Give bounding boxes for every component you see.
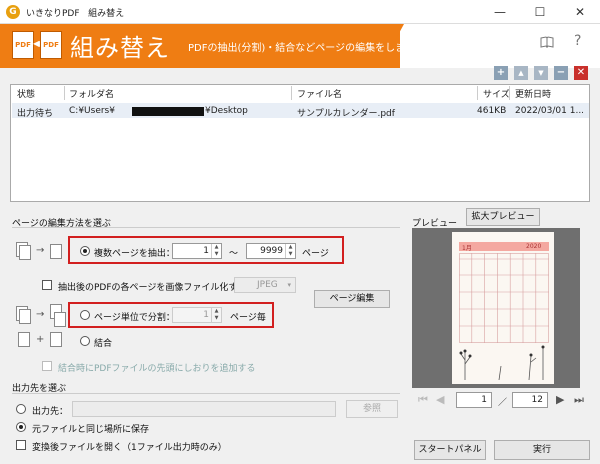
- window-title-text: 組み替え: [88, 9, 125, 19]
- reorder-logo-icon: PDF ◀▶ PDF: [12, 31, 62, 61]
- open-after-label: 変換後ファイルを開く（1ファイル出力時のみ）: [32, 443, 227, 453]
- calendar-grid: [459, 253, 549, 343]
- current-page-input[interactable]: 1: [456, 392, 492, 408]
- extract-to-input[interactable]: 9999 ▲ ▼: [246, 243, 296, 259]
- column-header-size[interactable]: サイズ: [483, 87, 510, 100]
- manual-book-icon[interactable]: [540, 36, 554, 48]
- move-up-icon[interactable]: ▲: [514, 66, 528, 80]
- edit-section-divider: [12, 227, 400, 228]
- dest-path-input[interactable]: [72, 401, 336, 417]
- merge-doc-icon-b: [50, 332, 62, 347]
- move-down-icon[interactable]: ▼: [534, 66, 548, 80]
- window-title: いきなりPDF 組み替え: [26, 6, 124, 19]
- extract-label: 複数ページを抽出：: [94, 249, 175, 259]
- image-format-select[interactable]: JPEG ▾: [234, 277, 296, 293]
- same-location-label: 元ファイルと同じ場所に保存: [32, 425, 150, 435]
- split-label: ページ単位で分割：: [94, 313, 175, 323]
- column-header-file[interactable]: ファイル名: [297, 87, 342, 100]
- arrow-right-icon: →: [36, 245, 45, 256]
- spin-arrows-icon[interactable]: ▲ ▼: [211, 308, 221, 322]
- extract-radio[interactable]: [80, 246, 90, 256]
- remove-file-icon[interactable]: −: [554, 66, 568, 80]
- split-result-icon-b: [54, 312, 66, 327]
- spin-arrows-icon[interactable]: ▲ ▼: [285, 244, 295, 258]
- header-banner-right: [400, 24, 600, 68]
- split-page-input[interactable]: 1 ▲ ▼: [172, 307, 222, 323]
- redacted-username: [132, 107, 204, 116]
- split-radio[interactable]: [80, 310, 90, 320]
- chevron-down-icon: ▾: [287, 281, 291, 289]
- row-updated: 2022/03/01 1...: [515, 106, 585, 116]
- image-format-value: JPEG: [257, 280, 278, 290]
- column-header-folder[interactable]: フォルダ名: [69, 87, 114, 100]
- calendar-year: 2020: [526, 243, 542, 250]
- split-page-value: 1: [203, 310, 209, 320]
- extract-from-value: 1: [203, 246, 209, 256]
- row-file-name: サンプルカレンダー.pdf: [297, 109, 395, 119]
- start-panel-button[interactable]: スタートパネル: [414, 440, 486, 460]
- maximize-button[interactable]: ☐: [520, 0, 560, 24]
- extract-to-value: 9999: [260, 246, 283, 256]
- extract-from-input[interactable]: 1 ▲ ▼: [172, 243, 222, 259]
- last-page-icon[interactable]: ⏭: [574, 393, 584, 407]
- total-pages-field: 12: [512, 392, 548, 408]
- row-size: 461KB: [477, 106, 507, 116]
- pdf-icon-left: PDF: [12, 31, 34, 59]
- page-separator: ／: [498, 398, 508, 408]
- output-section-divider: [12, 393, 400, 394]
- page-suffix: ページ: [302, 249, 329, 259]
- merge-radio[interactable]: [80, 336, 90, 346]
- dest-radio[interactable]: [16, 404, 26, 414]
- close-button[interactable]: ✕: [560, 0, 600, 24]
- execute-button[interactable]: 実行: [494, 440, 590, 460]
- row-folder-suffix: ¥Desktop: [205, 106, 248, 116]
- multi-page-doc-icon-back: [19, 245, 31, 260]
- column-header-status[interactable]: 状態: [17, 87, 35, 100]
- plus-icon: +: [36, 334, 45, 345]
- add-file-icon[interactable]: +: [494, 66, 508, 80]
- image-file-checkbox[interactable]: [42, 280, 52, 290]
- same-location-radio[interactable]: [16, 422, 26, 432]
- prev-page-icon[interactable]: ◀: [436, 393, 444, 406]
- page-edit-button[interactable]: ページ編集: [314, 290, 390, 308]
- header-subtitle: PDFの抽出(分割)・結合などページの編集をします: [188, 43, 416, 54]
- bookmark-checkbox[interactable]: [42, 361, 52, 371]
- calendar-month: 1月: [462, 245, 472, 252]
- browse-button[interactable]: 参照: [346, 400, 398, 418]
- row-folder-prefix: C:¥Users¥: [69, 106, 115, 116]
- open-after-checkbox[interactable]: [16, 440, 26, 450]
- bookmark-label: 結合時にPDFファイルの先頭にしおりを追加する: [58, 364, 256, 374]
- header-title: 組み替え: [70, 34, 170, 62]
- delete-all-icon[interactable]: ✕: [574, 66, 588, 80]
- zoom-preview-button[interactable]: 拡大プレビュー: [466, 208, 540, 226]
- row-status: 出力待ち: [17, 109, 54, 119]
- column-header-updated[interactable]: 更新日時: [515, 87, 551, 100]
- split-suffix: ページ毎: [230, 313, 266, 323]
- plant-illustration: [459, 345, 545, 380]
- range-tilde: ～: [229, 249, 239, 259]
- arrow-right-icon: →: [36, 309, 45, 320]
- minimize-button[interactable]: —: [480, 0, 520, 24]
- pdf-icon-right: PDF: [40, 31, 62, 59]
- single-doc-icon: [50, 244, 62, 259]
- current-page-value: 1: [481, 395, 487, 405]
- merge-label: 結合: [94, 339, 113, 349]
- app-logo-icon: G: [6, 5, 20, 19]
- app-name: いきなりPDF: [26, 9, 80, 19]
- spin-arrows-icon[interactable]: ▲ ▼: [211, 244, 221, 258]
- file-table[interactable]: 状態 フォルダ名 ファイル名 サイズ 更新日時 出力待ち C:¥Users¥ ¥…: [10, 84, 590, 202]
- merge-doc-icon-a: [18, 332, 30, 347]
- help-icon[interactable]: ?: [574, 33, 581, 49]
- split-doc-icon-back: [19, 309, 31, 324]
- next-page-icon[interactable]: ▶: [556, 393, 564, 406]
- first-page-icon[interactable]: ⏮: [418, 393, 428, 407]
- total-pages-value: 12: [531, 395, 543, 405]
- dest-label: 出力先：: [32, 407, 69, 417]
- image-file-label: 抽出後のPDFの各ページを画像ファイル化する: [58, 283, 247, 293]
